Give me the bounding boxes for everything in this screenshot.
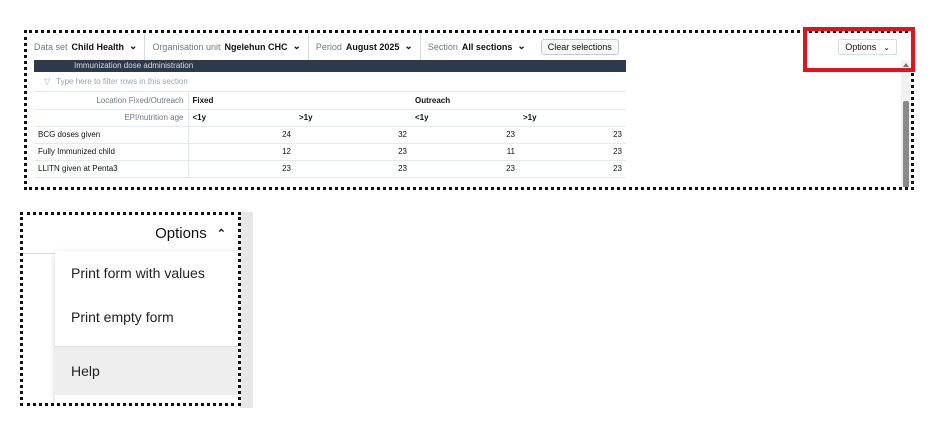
period-selector[interactable]: Period August 2025 ⌄ bbox=[307, 33, 420, 60]
options-highlight-box bbox=[803, 27, 915, 72]
filter-icon: ▽ bbox=[44, 77, 51, 86]
value-cell[interactable]: 23 bbox=[411, 160, 519, 178]
row-label: Fully Immunized child bbox=[34, 143, 189, 161]
table-row: BCG doses given 24 32 23 23 bbox=[34, 126, 626, 144]
section-label: Section bbox=[427, 41, 458, 52]
section-value: All sections bbox=[461, 41, 513, 52]
value-cell[interactable]: 11 bbox=[411, 143, 519, 161]
value-cell[interactable]: 23 bbox=[295, 143, 411, 161]
options-label: Options bbox=[155, 225, 207, 242]
clear-selections-button[interactable]: Clear selections bbox=[540, 38, 619, 55]
fixed-header: Fixed bbox=[188, 92, 411, 110]
age-header-label: EPI/nutrition age bbox=[34, 109, 189, 127]
options-dropdown-menu: Print form with values Print empty form … bbox=[55, 251, 238, 403]
org-unit-value: Ngelehun CHC bbox=[224, 41, 288, 52]
dataset-selector[interactable]: Data set Child Health ⌄ bbox=[27, 33, 144, 60]
data-entry-table: Location Fixed/Outreach Fixed Outreach E… bbox=[34, 92, 626, 178]
table-header-row: EPI/nutrition age <1y >1y <1y >1y bbox=[34, 109, 626, 127]
value-cell[interactable]: 23 bbox=[411, 126, 519, 144]
chevron-down-icon: ⌄ bbox=[292, 41, 301, 52]
age-col-header: <1y bbox=[411, 109, 519, 127]
age-col-header: >1y bbox=[519, 109, 626, 127]
chevron-down-icon: ⌄ bbox=[404, 41, 413, 52]
value-cell[interactable]: 23 bbox=[188, 160, 295, 178]
value-cell[interactable]: 24 bbox=[188, 126, 295, 144]
chevron-down-icon: ⌄ bbox=[517, 41, 526, 52]
data-entry-panel: Data set Child Health ⌄ Organisation uni… bbox=[24, 30, 914, 190]
table-row: Fully Immunized child 12 23 11 23 bbox=[34, 143, 626, 161]
menu-item-help[interactable]: Help bbox=[55, 347, 238, 395]
org-unit-label: Organisation unit bbox=[152, 41, 221, 52]
menu-item-print-with-values[interactable]: Print form with values bbox=[55, 261, 238, 285]
age-col-header: >1y bbox=[295, 109, 411, 127]
org-unit-selector[interactable]: Organisation unit Ngelehun CHC ⌄ bbox=[144, 33, 307, 60]
period-label: Period bbox=[315, 41, 342, 52]
chevron-up-icon: ⌃ bbox=[216, 228, 226, 240]
section-filter-input[interactable]: ▽ Type here to filter rows in this secti… bbox=[34, 72, 626, 92]
value-cell[interactable]: 23 bbox=[519, 126, 626, 144]
table-header-row: Location Fixed/Outreach Fixed Outreach bbox=[34, 92, 626, 110]
filter-placeholder: Type here to filter rows in this section bbox=[56, 77, 188, 86]
age-col-header: <1y bbox=[188, 109, 295, 127]
options-button-expanded[interactable]: Options ⌃ bbox=[155, 225, 226, 242]
form-section: Immunization dose administration ▽ Type … bbox=[34, 60, 626, 178]
row-label: BCG doses given bbox=[34, 126, 189, 144]
context-selection-bar: Data set Child Health ⌄ Organisation uni… bbox=[27, 33, 911, 60]
dataset-value: Child Health bbox=[71, 41, 125, 52]
scrollbar-thumb[interactable] bbox=[903, 101, 909, 187]
value-cell[interactable]: 23 bbox=[295, 160, 411, 178]
scroll-area-strip bbox=[240, 212, 253, 408]
section-title: Immunization dose administration bbox=[34, 60, 626, 72]
value-cell[interactable]: 23 bbox=[519, 160, 626, 178]
dataset-label: Data set bbox=[34, 41, 68, 52]
row-label: LLITN given at Penta3 bbox=[34, 160, 189, 178]
menu-item-print-empty-form[interactable]: Print empty form bbox=[55, 305, 238, 329]
options-zoom-panel: Options ⌃ Print form with values Print e… bbox=[20, 212, 241, 406]
chevron-down-icon: ⌄ bbox=[129, 41, 138, 52]
section-selector[interactable]: Section All sections ⌄ bbox=[419, 33, 533, 60]
table-row: LLITN given at Penta3 23 23 23 23 bbox=[34, 160, 626, 178]
period-value: August 2025 bbox=[345, 41, 400, 52]
divider bbox=[23, 253, 58, 254]
value-cell[interactable]: 32 bbox=[295, 126, 411, 144]
value-cell[interactable]: 12 bbox=[188, 143, 295, 161]
outreach-header: Outreach bbox=[411, 92, 626, 110]
value-cell[interactable]: 23 bbox=[519, 143, 626, 161]
location-header-label: Location Fixed/Outreach bbox=[34, 92, 189, 110]
